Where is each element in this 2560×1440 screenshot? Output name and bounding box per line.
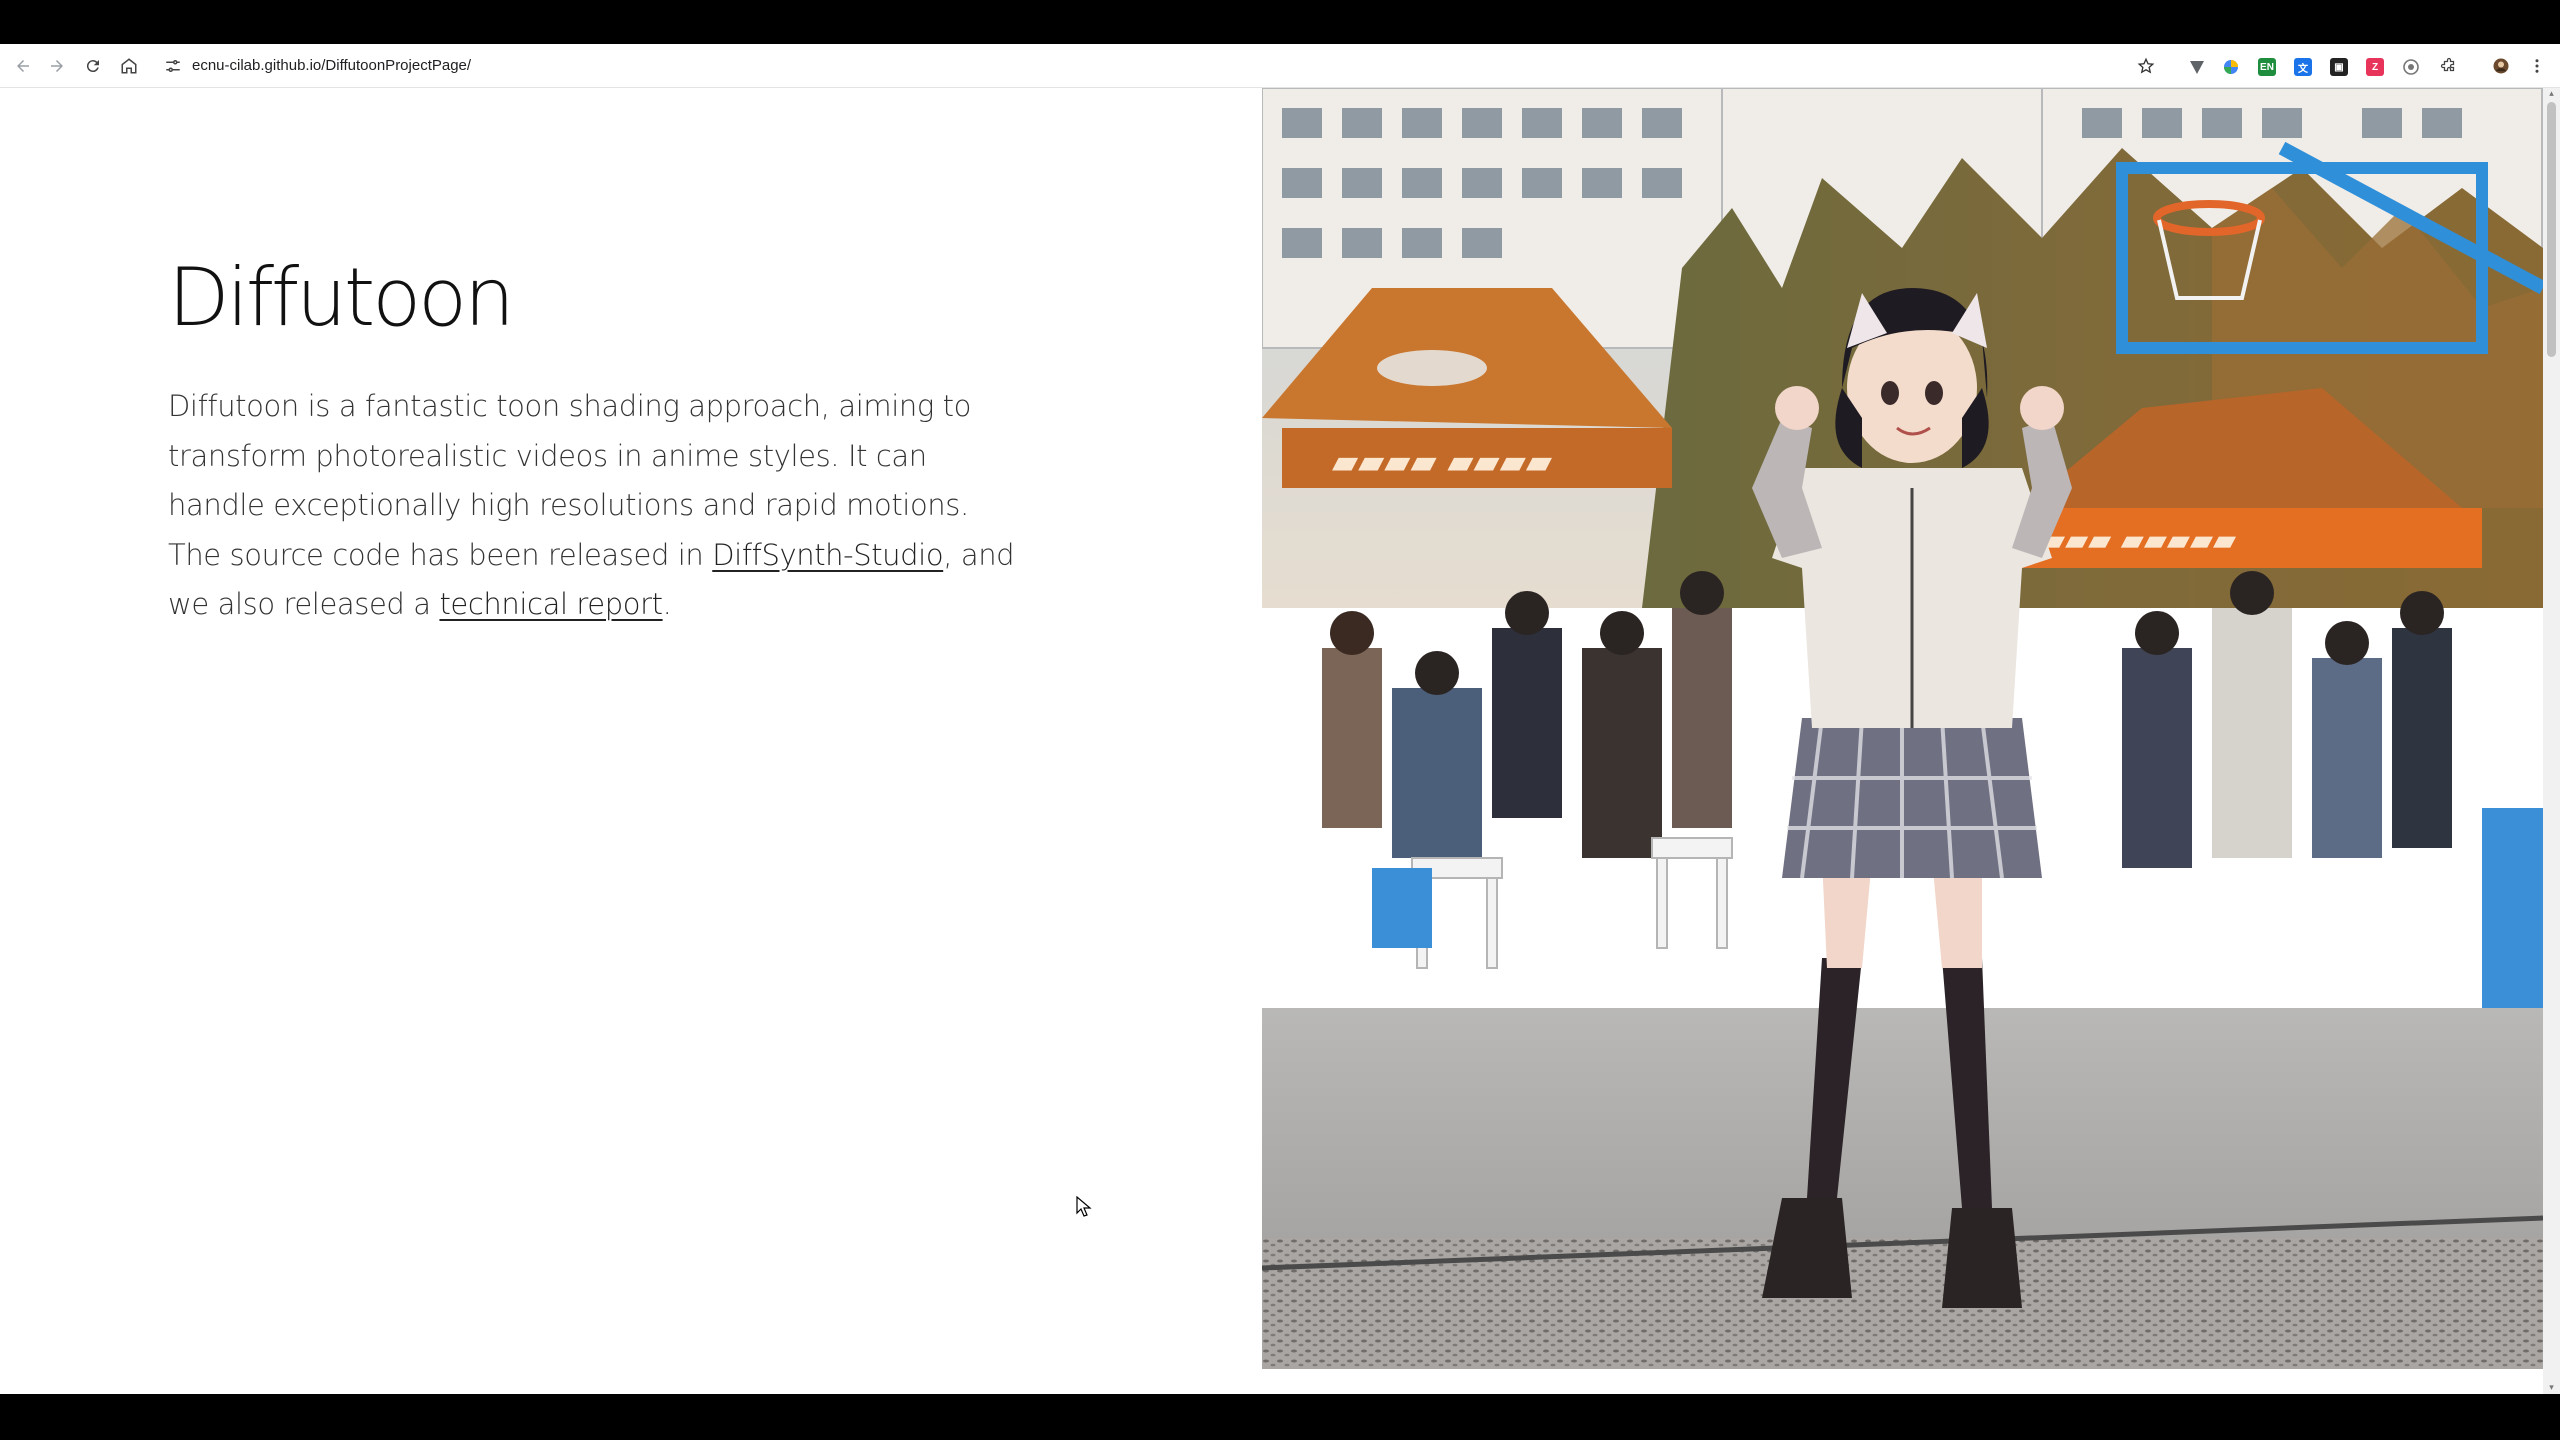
technical-report-link[interactable]: technical report (439, 587, 663, 621)
description-text: . (662, 587, 672, 621)
scroll-up-arrow-icon[interactable]: ▴ (2547, 89, 2556, 98)
zotero-extension-icon[interactable]: Z (2366, 58, 2384, 76)
puzzle-icon[interactable] (2438, 55, 2460, 77)
page-title: Diffutoon (168, 251, 515, 344)
screen-bottom-letterbox (0, 1394, 2560, 1440)
profile-avatar-icon[interactable] (2490, 55, 2512, 77)
star-icon[interactable] (2135, 55, 2157, 77)
mouse-cursor-icon (1076, 1196, 1092, 1217)
translate-extension-icon[interactable]: EN (2258, 58, 2276, 76)
record-extension-icon[interactable] (2402, 58, 2420, 76)
google-translate-icon[interactable]: 文 (2294, 58, 2312, 76)
kebab-menu-icon[interactable] (2526, 55, 2548, 77)
scroll-down-arrow-icon[interactable]: ▾ (2547, 1383, 2556, 1392)
hero-image: ▰▰▰▰ ▰▰▰▰ ▰▰▰ ▰▰▰▰▰ (1262, 88, 2543, 1369)
project-description: Diffutoon is a fantastic toon shading ap… (168, 382, 1028, 630)
svg-text:▰▰▰▰ ▰▰▰▰: ▰▰▰▰ ▰▰▰▰ (1332, 442, 1553, 482)
screen-top-letterbox (0, 0, 2560, 44)
home-icon[interactable] (118, 55, 140, 77)
shield-extension-icon[interactable] (2222, 58, 2240, 76)
address-bar-url[interactable]: ecnu-cilab.github.io/DiffutoonProjectPag… (192, 56, 471, 76)
intro-section: Diffutoon Diffutoon is a fantastic toon … (0, 88, 1262, 1369)
forward-arrow-icon[interactable] (46, 55, 68, 77)
vpn-extension-icon[interactable] (2188, 58, 2206, 76)
back-arrow-icon[interactable] (12, 55, 34, 77)
svg-text:▰▰▰ ▰▰▰▰▰: ▰▰▰ ▰▰▰▰▰ (2042, 523, 2236, 558)
scrollbar-thumb[interactable] (2547, 102, 2556, 357)
browser-toolbar: ecnu-cilab.github.io/DiffutoonProjectPag… (0, 44, 2560, 88)
screenshot-extension-icon[interactable]: ▣ (2330, 58, 2348, 76)
tune-icon[interactable] (162, 55, 184, 77)
page-viewport: Diffutoon Diffutoon is a fantastic toon … (0, 88, 2560, 1394)
diffsynth-studio-link[interactable]: DiffSynth-Studio (712, 538, 943, 572)
reload-icon[interactable] (82, 55, 104, 77)
page-scrollbar[interactable]: ▴ ▾ (2543, 88, 2560, 1394)
